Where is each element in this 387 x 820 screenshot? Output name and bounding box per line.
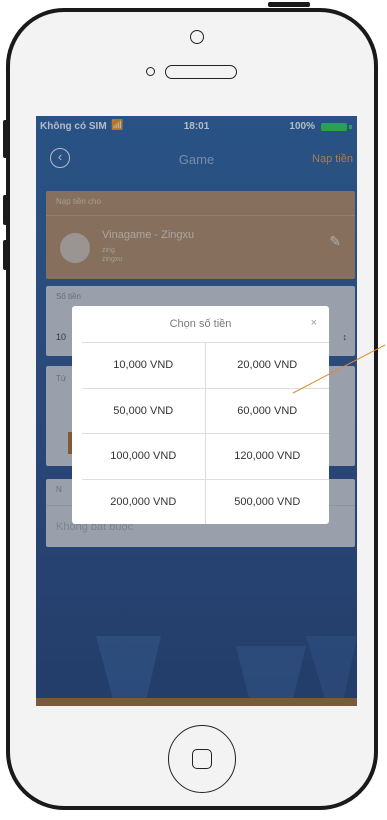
amount-options-grid: 10,000 VND 20,000 VND 50,000 VND 60,000 … <box>82 342 329 524</box>
power-button <box>268 2 310 7</box>
volume-down-button <box>3 240 8 270</box>
modal-header: Chọn số tiền × <box>72 306 329 342</box>
proximity-sensor <box>146 67 155 76</box>
amount-option[interactable]: 500,000 VND <box>205 478 329 525</box>
amount-option[interactable]: 10,000 VND <box>82 342 206 388</box>
amount-option[interactable]: 20,000 VND <box>205 342 329 388</box>
amount-option[interactable]: 50,000 VND <box>82 387 206 433</box>
amount-option[interactable]: 100,000 VND <box>82 433 206 479</box>
amount-option[interactable]: 200,000 VND <box>82 478 206 524</box>
mute-switch <box>3 120 8 158</box>
volume-up-button <box>3 195 8 225</box>
amount-option[interactable]: 60,000 VND <box>205 387 329 434</box>
front-camera <box>190 30 204 44</box>
screen-bottom-strip <box>36 698 357 706</box>
amount-picker-modal: Chọn số tiền × 10,000 VND 20,000 VND 50,… <box>72 306 329 524</box>
earpiece-speaker <box>165 65 237 79</box>
home-button[interactable] <box>168 725 236 793</box>
amount-option[interactable]: 120,000 VND <box>205 433 329 479</box>
phone-screen: Không có SIM 📶 18:01 100% ‹ Game Nạp tiề… <box>36 116 357 706</box>
home-button-square <box>192 749 212 769</box>
close-icon[interactable]: × <box>311 317 317 329</box>
modal-title: Chọn số tiền <box>169 318 232 330</box>
